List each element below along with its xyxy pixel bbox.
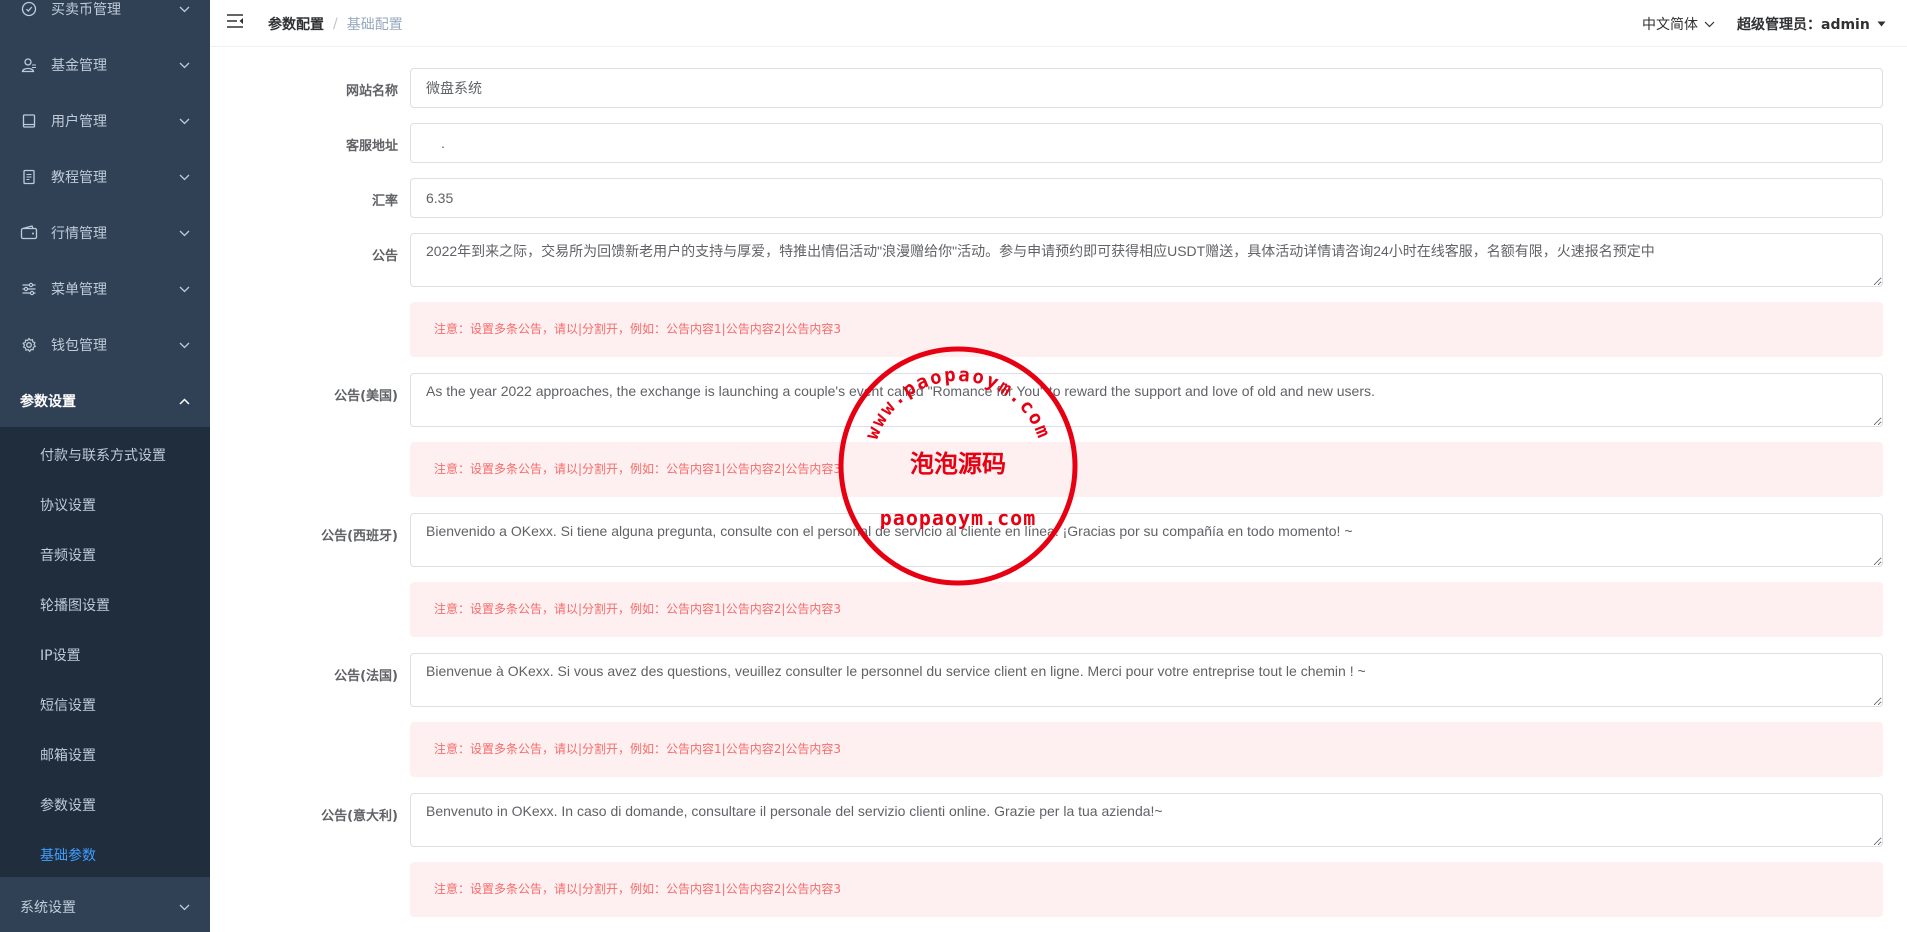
hamburger-icon[interactable]	[226, 13, 246, 33]
exchange-rate-label: 汇率	[371, 194, 398, 209]
chevron-down-icon	[178, 339, 190, 351]
coin-icon	[20, 0, 38, 18]
sub-item-ip[interactable]: IP设置	[0, 630, 210, 680]
menu-wallet[interactable]: 钱包管理	[0, 317, 210, 373]
menu-label: 用户管理	[51, 114, 107, 130]
chevron-down-icon	[1704, 16, 1715, 32]
language-select[interactable]: 中文简体	[1642, 14, 1715, 34]
announcement-es-label: 公告(西班牙)	[321, 529, 398, 544]
announcement-es-textarea[interactable]: Bienvenido a OKexx. Si tiene alguna preg…	[410, 513, 1883, 567]
chevron-down-icon	[178, 283, 190, 295]
sub-item-params[interactable]: 参数设置	[0, 780, 210, 830]
breadcrumb-parent[interactable]: 参数配置	[268, 14, 324, 34]
announcement-fr-label: 公告(法国)	[334, 669, 398, 684]
announcement-fr-textarea[interactable]: Bienvenue à OKexx. Si vous avez des ques…	[410, 653, 1883, 707]
menu-label: 系统设置	[20, 900, 76, 916]
announcement-label: 公告	[371, 249, 398, 264]
menu-coin-trade[interactable]: 买卖币管理	[0, 0, 210, 37]
menu-label: 教程管理	[51, 170, 107, 186]
wallet-icon	[20, 224, 38, 242]
sub-item-carousel[interactable]: 轮播图设置	[0, 580, 210, 630]
user-icon	[20, 56, 38, 74]
exchange-rate-input[interactable]	[410, 178, 1883, 218]
service-url-label: 客服地址	[345, 139, 398, 154]
navbar: 参数配置 / 基础配置 中文简体 超级管理员：admin	[210, 0, 1907, 47]
sub-item-email[interactable]: 邮箱设置	[0, 730, 210, 780]
sub-item-sms[interactable]: 短信设置	[0, 680, 210, 730]
breadcrumb-separator: /	[333, 16, 338, 32]
menu-users[interactable]: 用户管理	[0, 93, 210, 149]
menu-tutorial[interactable]: 教程管理	[0, 149, 210, 205]
language-label: 中文简体	[1642, 17, 1698, 33]
breadcrumb: 参数配置 / 基础配置	[268, 14, 403, 34]
menu-label: 钱包管理	[51, 338, 107, 354]
menu-params-open[interactable]: 参数设置	[0, 373, 210, 429]
user-label: 超级管理员：admin	[1737, 17, 1870, 33]
announcement-us-textarea[interactable]: As the year 2022 approaches, the exchang…	[410, 373, 1883, 427]
sliders-icon	[20, 280, 38, 298]
announcement-us-label: 公告(美国)	[334, 389, 398, 404]
chevron-down-icon	[178, 901, 190, 913]
breadcrumb-current: 基础配置	[346, 17, 403, 33]
menu-menus[interactable]: 菜单管理	[0, 261, 210, 317]
chevron-down-icon	[178, 59, 190, 71]
menu-label: 行情管理	[51, 226, 107, 242]
sidebar: 买卖币管理 基金管理 用户管理 教程管理 行情管理 菜单管理 钱包管理 参数设置…	[0, 0, 210, 932]
sub-item-basic-params[interactable]: 基础参数	[0, 830, 210, 880]
sub-item-audio[interactable]: 音频设置	[0, 530, 210, 580]
sub-item-agreement[interactable]: 协议设置	[0, 480, 210, 530]
announcement-it-textarea[interactable]: Benvenuto in OKexx. In caso di domande, …	[410, 793, 1883, 847]
chevron-down-icon	[178, 115, 190, 127]
announcement-notice: 注意：设置多条公告，请以|分割开，例如：公告内容1|公告内容2|公告内容3	[410, 302, 1883, 357]
menu-fund[interactable]: 基金管理	[0, 37, 210, 93]
announcement-it-notice: 注意：设置多条公告，请以|分割开，例如：公告内容1|公告内容2|公告内容3	[410, 862, 1883, 917]
menu-label: 基金管理	[51, 58, 107, 74]
sub-item-payment-contact[interactable]: 付款与联系方式设置	[0, 430, 210, 480]
chevron-down-icon	[178, 227, 190, 239]
site-name-label: 网站名称	[345, 84, 398, 99]
announcement-it-label: 公告(意大利)	[321, 809, 398, 824]
book-icon	[20, 112, 38, 130]
service-url-input[interactable]	[410, 123, 1883, 163]
site-name-input[interactable]	[410, 68, 1883, 108]
document-icon	[20, 168, 38, 186]
announcement-es-notice: 注意：设置多条公告，请以|分割开，例如：公告内容1|公告内容2|公告内容3	[410, 582, 1883, 637]
chevron-up-icon	[178, 395, 190, 407]
announcement-us-notice: 注意：设置多条公告，请以|分割开，例如：公告内容1|公告内容2|公告内容3	[410, 442, 1883, 497]
gear-icon	[20, 336, 38, 354]
menu-system[interactable]: 系统设置	[0, 879, 210, 932]
user-dropdown[interactable]: 超级管理员：admin	[1737, 14, 1886, 34]
menu-label: 菜单管理	[51, 282, 107, 298]
chevron-down-icon	[178, 171, 190, 183]
chevron-down-icon	[178, 3, 190, 15]
menu-market[interactable]: 行情管理	[0, 205, 210, 261]
announcement-textarea[interactable]: 2022年到来之际，交易所为回馈新老用户的支持与厚爱，特推出情侣活动"浪漫赠给你…	[410, 233, 1883, 287]
submenu-params: 付款与联系方式设置 协议设置 音频设置 轮播图设置 IP设置 短信设置 邮箱设置…	[0, 427, 210, 877]
announcement-fr-notice: 注意：设置多条公告，请以|分割开，例如：公告内容1|公告内容2|公告内容3	[410, 722, 1883, 777]
menu-label: 参数设置	[20, 394, 76, 410]
menu-label: 买卖币管理	[51, 2, 121, 18]
app-root: 买卖币管理 基金管理 用户管理 教程管理 行情管理 菜单管理 钱包管理 参数设置…	[0, 0, 1907, 932]
caret-down-icon	[1877, 19, 1886, 30]
